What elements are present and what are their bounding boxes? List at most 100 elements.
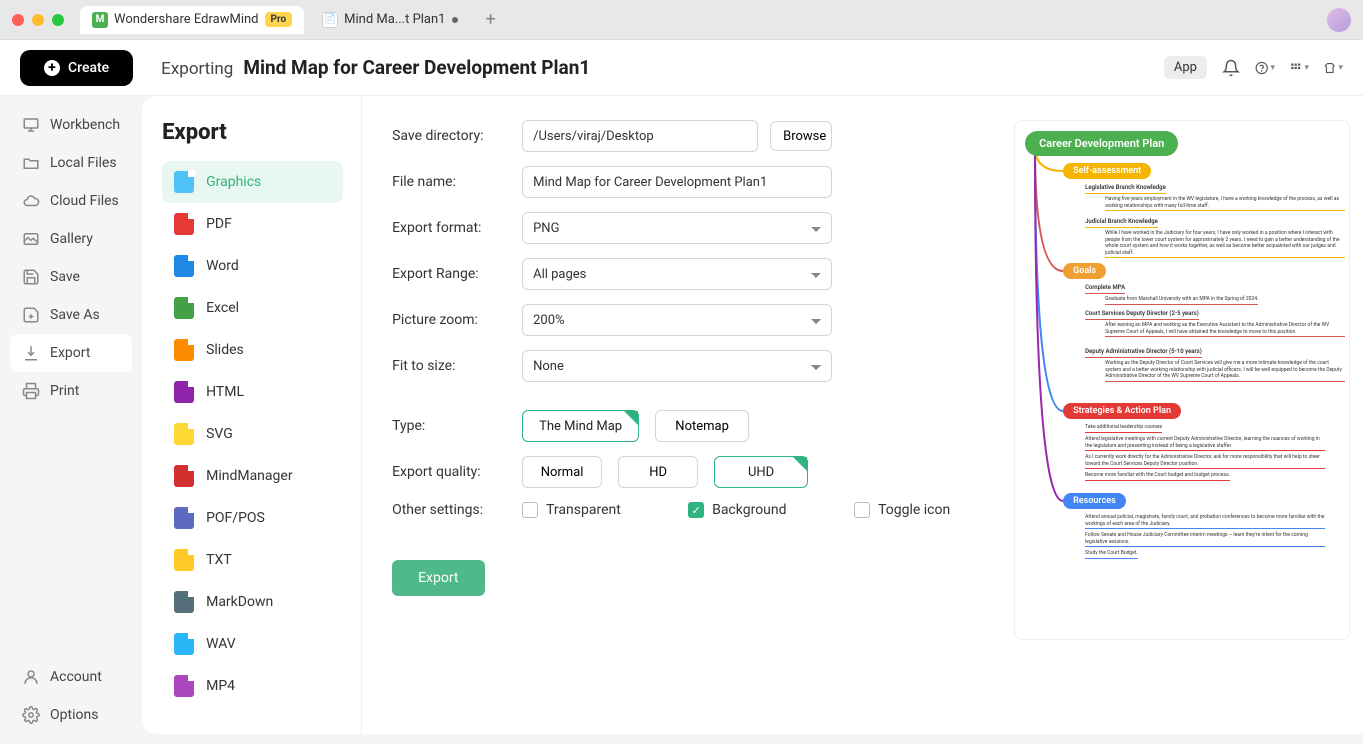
quality-normal-button[interactable]: Normal xyxy=(522,456,602,488)
fit-to-size-select[interactable]: None xyxy=(522,350,832,382)
pof-file-icon xyxy=(174,507,194,529)
help-icon[interactable]: ▾ xyxy=(1255,58,1275,78)
format-mindmanager[interactable]: MindManager xyxy=(162,455,343,497)
checkbox-icon xyxy=(854,502,870,518)
export-format-label: Export format: xyxy=(392,220,522,236)
type-notemap-button[interactable]: Notemap xyxy=(655,410,749,442)
close-window-icon[interactable] xyxy=(12,14,24,26)
shirt-icon[interactable]: ▾ xyxy=(1323,58,1343,78)
fit-to-size-label: Fit to size: xyxy=(392,358,522,374)
export-form: Save directory: Browse File name: Export… xyxy=(362,96,1014,734)
slides-file-icon xyxy=(174,339,194,361)
sidebar-item-label: Local Files xyxy=(50,155,117,171)
quality-hd-button[interactable]: HD xyxy=(618,456,698,488)
user-avatar[interactable] xyxy=(1327,8,1351,32)
export-range-select[interactable]: All pages xyxy=(522,258,832,290)
grid-icon[interactable]: ▾ xyxy=(1289,58,1309,78)
app-button[interactable]: App xyxy=(1164,56,1207,79)
file-name-input[interactable] xyxy=(522,166,832,198)
export-icon xyxy=(22,344,40,362)
sidebar-item-workbench[interactable]: Workbench xyxy=(10,106,132,144)
new-tab-button[interactable]: + xyxy=(476,5,506,34)
window-controls xyxy=(12,14,64,26)
mm-node: Complete MPA xyxy=(1085,283,1125,294)
mm-node: After earning an MPA and working as the … xyxy=(1105,321,1345,337)
document-icon: 📄 xyxy=(322,12,338,28)
type-label: Type: xyxy=(392,418,522,434)
sidebar-item-label: Workbench xyxy=(50,117,120,133)
mm-node: Study the Court Budget. xyxy=(1085,549,1138,559)
format-wav[interactable]: WAV xyxy=(162,623,343,665)
graphics-file-icon xyxy=(174,171,194,193)
sidebar-item-account[interactable]: Account xyxy=(10,658,132,696)
save-dir-input[interactable] xyxy=(522,120,758,152)
mm-branch-self-assessment: Self-assessment xyxy=(1063,163,1151,179)
bell-icon[interactable] xyxy=(1221,58,1241,78)
export-button[interactable]: Export xyxy=(392,560,484,596)
excel-file-icon xyxy=(174,297,194,319)
sidebar-item-label: Gallery xyxy=(50,231,93,247)
format-slides[interactable]: Slides xyxy=(162,329,343,371)
mm-branch-strategies: Strategies & Action Plan xyxy=(1063,403,1181,419)
account-icon xyxy=(22,668,40,686)
format-graphics[interactable]: Graphics xyxy=(162,161,343,203)
markdown-file-icon xyxy=(174,591,194,613)
format-excel[interactable]: Excel xyxy=(162,287,343,329)
svg-file-icon xyxy=(174,423,194,445)
format-label: Word xyxy=(206,258,239,274)
sidebar-item-label: Account xyxy=(50,669,102,685)
export-format-select[interactable]: PNG xyxy=(522,212,832,244)
format-html[interactable]: HTML xyxy=(162,371,343,413)
format-txt[interactable]: TXT xyxy=(162,539,343,581)
mm-node: Deputy Administrative Director (5-10 yea… xyxy=(1085,347,1202,358)
sidebar-item-localfiles[interactable]: Local Files xyxy=(10,144,132,182)
tab-app-label: Wondershare EdrawMind xyxy=(114,12,259,27)
sidebar-item-saveas[interactable]: Save As xyxy=(10,296,132,334)
mm-node: As I currently work directly for the Adm… xyxy=(1085,453,1325,469)
checkbox-label: Toggle icon xyxy=(878,502,950,518)
sidebar-item-cloudfiles[interactable]: Cloud Files xyxy=(10,182,132,220)
format-markdown[interactable]: MarkDown xyxy=(162,581,343,623)
format-label: MindManager xyxy=(206,468,292,484)
mindmanager-file-icon xyxy=(174,465,194,487)
txt-file-icon xyxy=(174,549,194,571)
format-label: TXT xyxy=(206,552,231,568)
sidebar-item-print[interactable]: Print xyxy=(10,372,132,410)
toggle-icon-checkbox[interactable]: Toggle icon xyxy=(854,502,984,518)
mm-root-node: Career Development Plan xyxy=(1025,131,1178,156)
mm-node: Working as the Deputy Director of Court … xyxy=(1105,359,1345,382)
sidebar-item-gallery[interactable]: Gallery xyxy=(10,220,132,258)
format-label: Graphics xyxy=(206,174,261,190)
format-label: WAV xyxy=(206,636,236,652)
save-icon xyxy=(22,268,40,286)
picture-zoom-select[interactable]: 200% xyxy=(522,304,832,336)
headerbar: + Create Exporting Mind Map for Career D… xyxy=(0,40,1363,96)
quality-uhd-button[interactable]: UHD xyxy=(714,456,808,488)
export-quality-label: Export quality: xyxy=(392,464,522,480)
background-checkbox[interactable]: ✓Background xyxy=(688,502,818,518)
format-pdf[interactable]: PDF xyxy=(162,203,343,245)
workbench-icon xyxy=(22,116,40,134)
format-svg[interactable]: SVG xyxy=(162,413,343,455)
browse-button[interactable]: Browse xyxy=(770,121,832,151)
sidebar-item-save[interactable]: Save xyxy=(10,258,132,296)
tab-app[interactable]: M Wondershare EdrawMind Pro xyxy=(80,6,304,34)
format-label: PDF xyxy=(206,216,232,232)
create-button[interactable]: + Create xyxy=(20,50,133,86)
minimize-window-icon[interactable] xyxy=(32,14,44,26)
maximize-window-icon[interactable] xyxy=(52,14,64,26)
format-label: HTML xyxy=(206,384,244,400)
type-mindmap-button[interactable]: The Mind Map xyxy=(522,410,639,442)
tab-document[interactable]: 📄 Mind Ma...t Plan1 xyxy=(310,6,469,34)
sidebar-item-options[interactable]: Options xyxy=(10,696,132,734)
format-mp4[interactable]: MP4 xyxy=(162,665,343,707)
file-name-label: File name: xyxy=(392,174,522,190)
format-label: POF/POS xyxy=(206,510,265,526)
mm-node: While I have worked in the Judiciary for… xyxy=(1105,229,1345,258)
format-pof[interactable]: POF/POS xyxy=(162,497,343,539)
transparent-checkbox[interactable]: Transparent xyxy=(522,502,652,518)
format-word[interactable]: Word xyxy=(162,245,343,287)
titlebar: M Wondershare EdrawMind Pro 📄 Mind Ma...… xyxy=(0,0,1363,40)
sidebar-item-export[interactable]: Export xyxy=(10,334,132,372)
format-label: MarkDown xyxy=(206,594,273,610)
